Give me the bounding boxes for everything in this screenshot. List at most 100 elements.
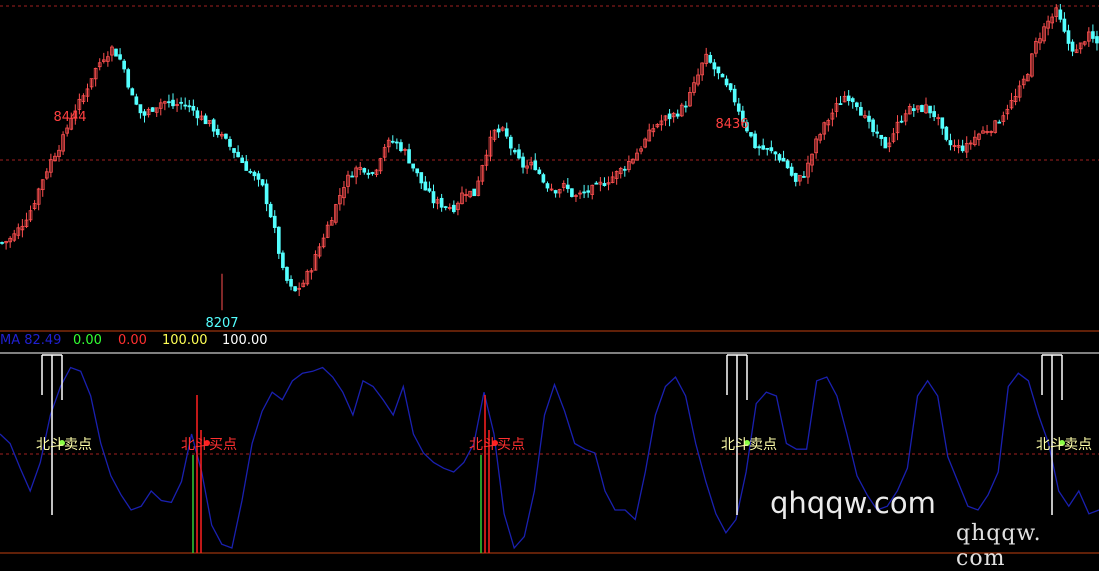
candle-body [268, 203, 273, 218]
candle-body [553, 190, 558, 194]
candle-body [899, 120, 904, 123]
candle-body [395, 141, 399, 144]
candle-body [496, 128, 501, 133]
candle-body [276, 226, 281, 254]
candle-body [944, 126, 949, 140]
candle-body [1058, 9, 1063, 20]
indicator-ma-value: MA 82.49 [0, 333, 62, 348]
indicator-value-4: 100.00 [222, 333, 268, 348]
candle-body [431, 191, 436, 204]
candle-body [675, 113, 680, 117]
candle-body [911, 108, 916, 111]
candle-body [586, 190, 590, 193]
candle-body [264, 183, 269, 205]
sell-signal-label: 北斗卖点 [36, 437, 92, 453]
candle-body [602, 183, 607, 186]
candle-body [724, 78, 729, 86]
candle-body [142, 111, 147, 116]
candle-body [138, 104, 143, 114]
candle-body [513, 149, 517, 153]
indicator-value-3: 100.00 [162, 333, 208, 348]
candle-body [757, 146, 761, 149]
candle-body [948, 140, 953, 146]
candle-body [134, 96, 139, 105]
candle-body [224, 133, 228, 139]
candle-body [622, 168, 627, 171]
candle-body [504, 128, 509, 137]
candle-body [452, 204, 456, 213]
candle-body [582, 191, 586, 194]
oscillator-line [0, 366, 1099, 550]
candle-body [191, 105, 196, 111]
candle-body [195, 110, 200, 119]
candle-body [179, 101, 183, 104]
candle-body [244, 161, 249, 171]
candle-body [114, 48, 118, 57]
candle-body [565, 184, 570, 190]
candle-body [1070, 41, 1075, 52]
candle-body [362, 168, 367, 173]
candle-body [1095, 36, 1099, 44]
candle-body [390, 140, 395, 143]
candle-body [928, 105, 932, 114]
candle-body [854, 102, 859, 108]
candle-body [281, 252, 285, 268]
candle-body [350, 175, 354, 178]
candle-body [777, 154, 782, 161]
candle-body [411, 163, 415, 169]
candle-body [126, 69, 131, 88]
candle-body [708, 54, 713, 63]
candle-body [684, 105, 688, 108]
candle-body [720, 73, 725, 78]
candle-body [1066, 30, 1071, 44]
candle-body [846, 95, 851, 102]
candle-body [761, 145, 766, 150]
candle-body [789, 166, 794, 176]
price-peak-label: 8436 [715, 117, 748, 132]
candle-body [712, 62, 717, 70]
candle-body [399, 142, 403, 152]
indicator-value-2: 0.00 [118, 333, 147, 348]
candle-body [130, 88, 135, 96]
candle-body [517, 149, 521, 159]
candle-body [1091, 31, 1095, 39]
candle-body [415, 168, 420, 174]
candle-body [537, 169, 542, 174]
candle-body [736, 103, 741, 112]
price-trough-label: 8207 [205, 316, 238, 331]
indicator-value-1: 0.00 [73, 333, 102, 348]
candle-body [187, 105, 192, 108]
candle-body [940, 117, 945, 129]
sell-signal-label: 北斗卖点 [721, 437, 777, 453]
candle-body [167, 101, 171, 104]
candle-body [252, 171, 257, 177]
candle-body [997, 121, 1002, 124]
candle-body [802, 176, 806, 178]
candle-body [236, 151, 240, 158]
candle-body [1062, 18, 1067, 32]
candle-body [883, 137, 888, 149]
candle-body [920, 105, 924, 113]
watermark-main: qhqqw.com [770, 486, 936, 520]
candle-body [728, 83, 733, 91]
sell-signal-label: 北斗卖点 [1036, 437, 1092, 453]
candle-body [215, 128, 220, 135]
candle-body [240, 157, 245, 164]
candle-body [171, 99, 175, 107]
candle-body [545, 183, 550, 189]
candle-body [285, 266, 289, 281]
candle-body [248, 171, 253, 173]
candle-body [793, 173, 798, 182]
watermark-secondary: qhqqw. com [956, 521, 1042, 571]
candle-body [443, 206, 448, 209]
price-peak-label: 8444 [53, 110, 86, 125]
buy-signal-label: 北斗买点 [181, 437, 237, 453]
candle-body [211, 119, 216, 132]
candle-body [749, 132, 753, 137]
candle-body [932, 111, 936, 118]
candle-body [407, 149, 411, 164]
candle-body [509, 136, 513, 149]
candle-body [594, 182, 599, 185]
candle-body [228, 139, 232, 147]
candle-body [289, 278, 293, 287]
